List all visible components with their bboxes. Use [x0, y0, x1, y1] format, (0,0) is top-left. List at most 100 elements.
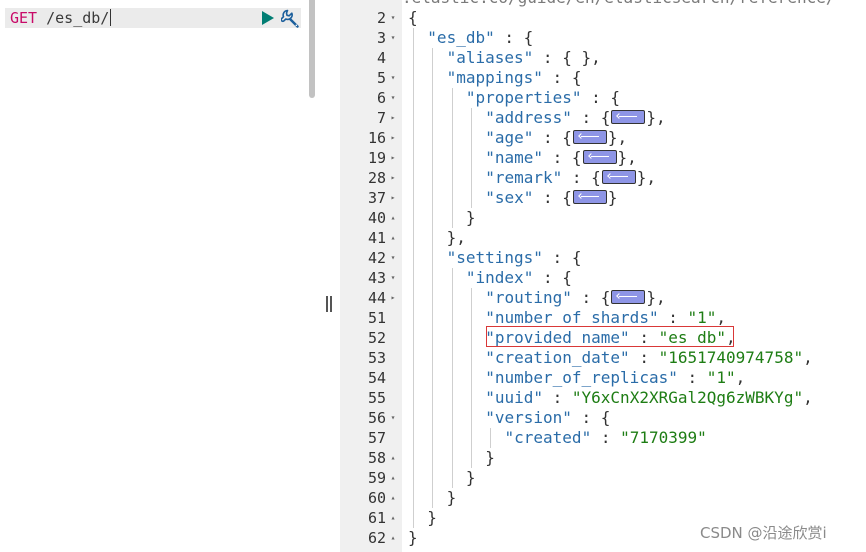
line-number: 7 — [376, 109, 386, 127]
indent-guide — [432, 48, 434, 508]
json-key: "es_db" — [427, 28, 495, 47]
json-punctuation: }, — [636, 168, 657, 187]
code-line: "index" : { — [466, 268, 572, 288]
request-scrollbar[interactable] — [309, 0, 315, 98]
pane-resizer[interactable] — [318, 0, 340, 552]
json-punctuation: , — [803, 348, 813, 367]
code-line: "es_db" : { — [427, 28, 533, 48]
json-key: "number_of_replicas" — [485, 368, 678, 387]
json-punctuation: }, — [617, 148, 637, 167]
json-punctuation: : { — [571, 288, 611, 307]
json-value: "1" — [687, 308, 717, 327]
code-line: "address" : {}, — [485, 108, 666, 128]
code-line: }, — [447, 228, 466, 248]
gutter-row: 57 — [340, 428, 402, 448]
send-request-button[interactable] — [259, 10, 275, 26]
collapsed-object-icon[interactable] — [572, 130, 607, 144]
indent-guide — [413, 28, 414, 528]
code-line: "aliases" : { }, — [447, 48, 601, 68]
line-number: 56 — [367, 409, 386, 427]
request-method: GET — [10, 9, 38, 27]
fold-down-icon[interactable]: ▾ — [388, 408, 398, 428]
fold-right-icon[interactable]: ▸ — [388, 188, 398, 208]
code-line: } — [408, 528, 418, 548]
code-line: "name" : {}, — [485, 148, 637, 168]
collapsed-object-icon[interactable] — [611, 290, 646, 304]
request-text[interactable]: GET /es_db/ — [10, 8, 112, 28]
fold-up-icon[interactable]: ▴ — [388, 528, 398, 548]
request-options-button[interactable] — [280, 9, 301, 28]
json-punctuation: } — [485, 448, 495, 467]
gutter-row: 37 ▸ — [340, 188, 402, 208]
fold-down-icon[interactable]: ▾ — [388, 28, 398, 48]
resizer-handle-icon[interactable] — [325, 296, 333, 312]
indent-guide — [451, 88, 453, 228]
code-line: "sex" : {} — [485, 188, 617, 208]
code-line: "settings" : { — [447, 248, 582, 268]
json-punctuation: : { — [533, 268, 572, 287]
code-line: "age" : {}, — [485, 128, 627, 148]
response-viewer[interactable]: {"es_db" : {"aliases" : { }, "mappings" :… — [402, 0, 866, 552]
gutter-row: 44 ▸ — [340, 288, 402, 308]
fold-up-icon[interactable]: ▴ — [388, 508, 398, 528]
code-line: "properties" : { — [466, 88, 620, 108]
gutter-row: 60 ▴ — [340, 488, 402, 508]
line-number: 53 — [367, 349, 386, 367]
code-line: } — [466, 468, 476, 488]
line-number: 57 — [367, 429, 386, 447]
gutter-row: 52 — [340, 328, 402, 348]
line-number: 60 — [367, 489, 386, 507]
json-key: "age" — [485, 128, 534, 147]
gutter-row: 40 ▴ — [340, 208, 402, 228]
collapsed-object-icon[interactable] — [582, 150, 617, 164]
code-line: "number_of_shards" : "1", — [485, 308, 726, 328]
fold-down-icon[interactable]: ▾ — [388, 88, 398, 108]
fold-down-icon[interactable]: ▾ — [388, 248, 398, 268]
code-line: { — [408, 8, 418, 28]
json-key: "created" — [504, 428, 592, 447]
json-punctuation: : — [591, 428, 621, 447]
fold-right-icon[interactable]: ▸ — [388, 128, 398, 148]
collapsed-object-icon[interactable] — [572, 190, 607, 204]
collapsed-object-icon[interactable] — [601, 170, 636, 184]
line-number: 58 — [367, 449, 386, 467]
collapsed-object-icon[interactable] — [611, 110, 646, 124]
gutter-row: 51 — [340, 308, 402, 328]
line-number: 28 — [367, 169, 386, 187]
json-punctuation: }, — [646, 288, 666, 307]
fold-right-icon[interactable]: ▸ — [388, 168, 398, 188]
fold-right-icon[interactable]: ▸ — [388, 108, 398, 128]
fold-right-icon[interactable]: ▸ — [388, 148, 398, 168]
fold-up-icon[interactable]: ▴ — [388, 208, 398, 228]
line-number: 5 — [376, 69, 386, 87]
request-editor[interactable]: GET /es_db/ — [0, 0, 318, 552]
fold-up-icon[interactable]: ▴ — [388, 448, 398, 468]
json-punctuation: { — [408, 8, 418, 27]
json-key: "address" — [485, 108, 572, 127]
line-number: 62 — [367, 529, 386, 547]
fold-up-icon[interactable]: ▴ — [388, 468, 398, 488]
response-gutter: 2 ▾ 3 ▾ 4 5 ▾ 6 ▾ 7 ▸ 16 ▸ 19 ▸ 28 ▸ 37 ▸ 40 ▴ 41 ▴ 42 ▾ 43 ▾ 44 ▸ 51… — [340, 0, 402, 552]
line-number: 16 — [367, 129, 386, 147]
fold-down-icon[interactable]: ▾ — [388, 268, 398, 288]
gutter-row: 54 — [340, 368, 402, 388]
fold-up-icon[interactable]: ▴ — [388, 228, 398, 248]
fold-down-icon[interactable]: ▾ — [388, 8, 398, 28]
json-punctuation: : — [677, 368, 707, 387]
json-key: "sex" — [485, 188, 534, 207]
request-line[interactable]: GET /es_db/ — [5, 8, 301, 28]
code-line: } — [447, 488, 457, 508]
play-icon — [262, 11, 274, 25]
fold-right-icon[interactable]: ▸ — [388, 288, 398, 308]
json-punctuation: } — [607, 188, 618, 207]
gutter-row: 4 — [340, 48, 402, 68]
json-value: "1651740974758" — [658, 348, 804, 367]
json-key: "name" — [485, 148, 543, 167]
gutter-row: 19 ▸ — [340, 148, 402, 168]
console-app: GET /es_db/ 2 ▾ 3 ▾ 4 5 ▾ 6 ▾ 7 ▸ 16 ▸ 19 ▸ 28 ▸ 37 ▸ 40 ▴ 41… — [0, 0, 866, 552]
fold-up-icon[interactable]: ▴ — [388, 488, 398, 508]
gutter-row: 16 ▸ — [340, 128, 402, 148]
fold-down-icon[interactable]: ▾ — [388, 68, 398, 88]
indent-guide — [470, 108, 472, 208]
json-key: "properties" — [465, 88, 582, 107]
